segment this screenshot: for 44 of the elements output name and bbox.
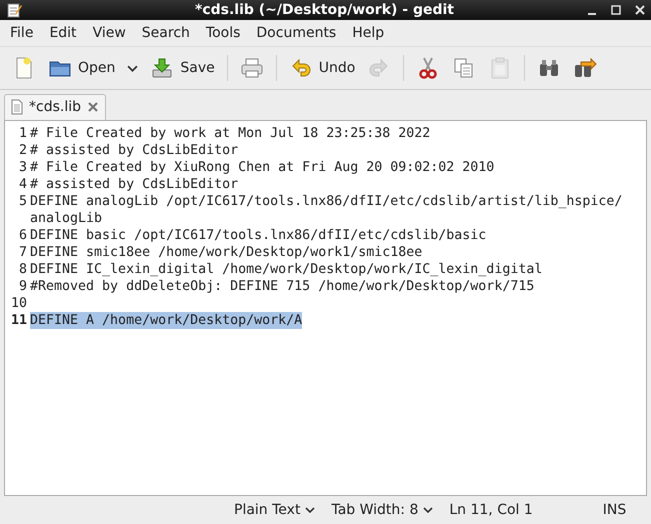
caret-icon [305, 507, 316, 513]
editor-app-icon [6, 2, 22, 18]
line-number: 7 [18, 244, 27, 261]
line-number: 10 [10, 295, 27, 312]
insert-mode: INS [602, 502, 626, 518]
line-number: 11 [10, 312, 27, 329]
menu-item[interactable]: Documents [248, 25, 344, 41]
cursor-position: Ln 11, Col 1 [449, 502, 533, 518]
caret-icon[interactable] [127, 64, 138, 72]
code-line: DEFINE basic /opt/IC617/tools.lnx86/dfII/etc/cdslib/basic [30, 227, 486, 244]
code-line: DEFINE analogLib /opt/IC617/tools.lnx86/dfII/etc/cdslib/artist/lib_hspice/analogLib [30, 193, 622, 227]
toolbar-button[interactable]: Save [144, 52, 221, 84]
menu-item[interactable]: Edit [41, 25, 85, 41]
line-number: 3 [18, 159, 27, 176]
line-number: 1 [18, 125, 27, 142]
maximize-icon[interactable] [611, 5, 621, 15]
tab-label: *cds.lib [29, 99, 81, 115]
code-line: # File Created by XiuRong Chen at Fri Aug 20 09:02:02 2010 [30, 159, 494, 176]
menu-item[interactable]: Search [134, 25, 198, 41]
menu-item[interactable]: Help [344, 25, 392, 41]
code-line: DEFINE IC_lexin_digital /home/work/Desktop/work/IC_lexin_digital [30, 261, 542, 278]
line-number: 2 [18, 142, 27, 159]
toolbar-button[interactable]: Open [42, 52, 122, 84]
code-line: # assisted by CdsLibEditor [30, 142, 238, 159]
save-icon [150, 56, 174, 80]
tab-width-dropdown[interactable]: Tab Width: 8 [323, 502, 442, 518]
code-line: # assisted by CdsLibEditor [30, 176, 238, 193]
code-line: # File Created by work at Mon Jul 18 23:25:38 2022 [30, 125, 430, 142]
caret-icon [423, 507, 434, 513]
line-number: 6 [18, 227, 27, 244]
code-line: DEFINE smic18ee /home/work/Desktop/work1/smic18ee [30, 244, 422, 261]
toolbar-button[interactable]: Undo [282, 52, 362, 84]
line-number: 5 [18, 193, 27, 211]
line-number: 9 [18, 278, 27, 295]
line-number: 4 [18, 176, 27, 193]
menu-item[interactable]: Tools [198, 25, 248, 41]
document-tab[interactable]: *cds.lib [4, 94, 106, 120]
document-icon [11, 99, 23, 115]
menu-item[interactable]: File [2, 25, 42, 41]
window-title: *cds.lib (~/Desktop/work) - gedit [194, 2, 455, 18]
menu-item[interactable]: View [84, 25, 134, 41]
line-number: 8 [18, 261, 27, 278]
language-dropdown[interactable]: Plain Text [226, 502, 324, 518]
code-line: #Removed by ddDeleteObj: DEFINE 715 /home/work/Desktop/work/715 [30, 278, 534, 295]
